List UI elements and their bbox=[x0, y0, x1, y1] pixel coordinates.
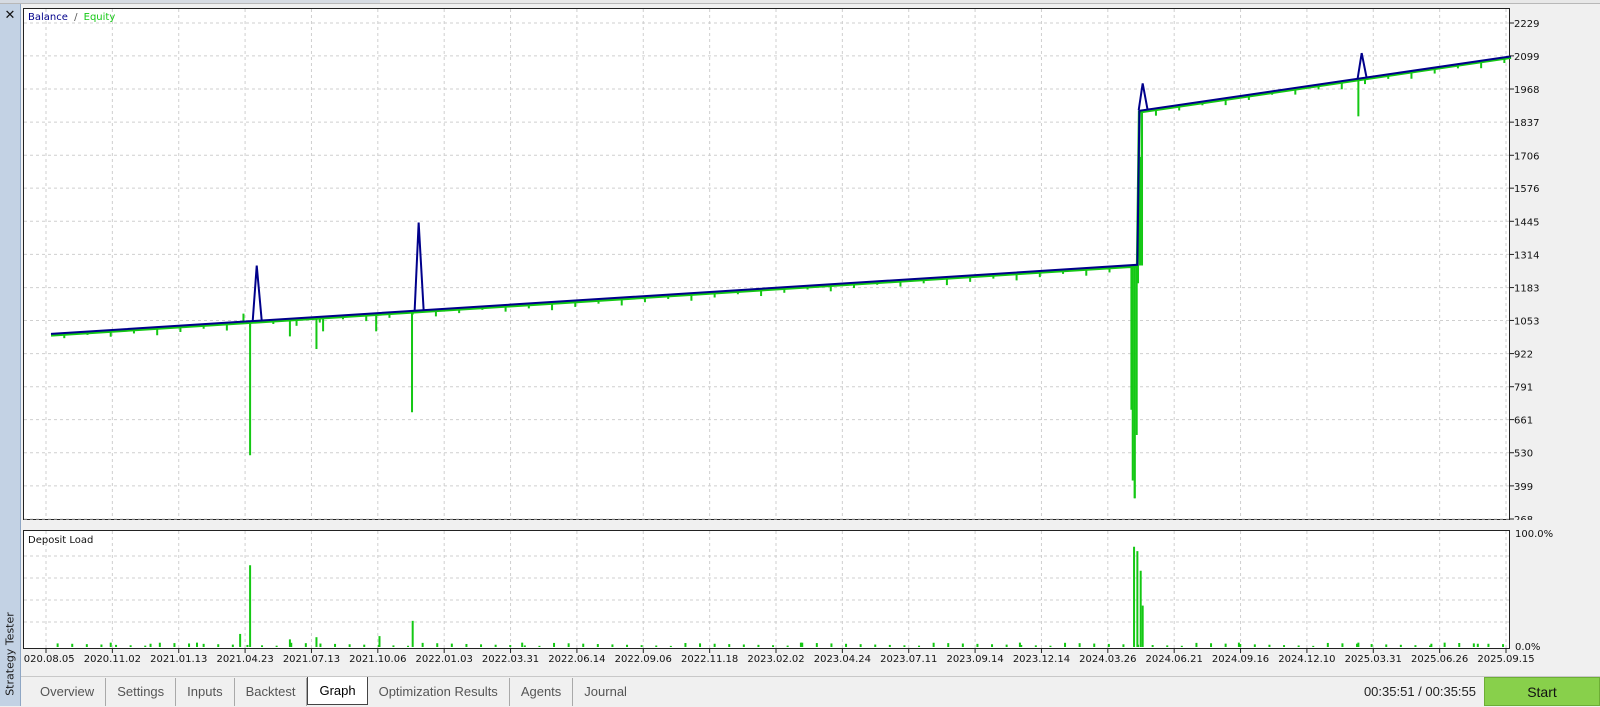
x-tick-label: 2025.03.31 bbox=[1345, 654, 1402, 665]
tester-tab-bar: Overview Settings Inputs Backtest Graph Optim… bbox=[21, 676, 1600, 707]
y-tick-label: 922 bbox=[1514, 350, 1533, 361]
y-tick-label: 1576 bbox=[1514, 184, 1539, 195]
y-tick-label: 1053 bbox=[1514, 316, 1539, 327]
x-tick-label: 2022.03.31 bbox=[482, 654, 539, 665]
tab-optimization-results[interactable]: Optimization Results bbox=[368, 678, 510, 706]
legend-balance: Balance bbox=[28, 12, 68, 23]
y-tick-label: 2099 bbox=[1514, 52, 1539, 63]
load-plot-area bbox=[23, 530, 1510, 649]
y-tick-label: 661 bbox=[1514, 416, 1533, 427]
x-tick-label: 2022.06.14 bbox=[548, 654, 605, 665]
x-tick-label: 2021.07.13 bbox=[283, 654, 340, 665]
balance-equity-chart: 2229 2099 1968 1837 1706 1576 1445 1314 1183 1053… bbox=[23, 8, 1539, 520]
x-tick-label: 2023.09.14 bbox=[946, 654, 1003, 665]
tab-agents[interactable]: Agents bbox=[510, 678, 574, 706]
y-tick-label: 1837 bbox=[1514, 118, 1539, 129]
y-tick-label: 399 bbox=[1514, 482, 1533, 493]
y-tick-label: 1314 bbox=[1514, 250, 1539, 261]
x-tick-label: 2023.07.11 bbox=[880, 654, 937, 665]
legend-separator: / bbox=[74, 12, 78, 23]
y-axis-ticks: 2229 2099 1968 1837 1706 1576 1445 1314 1183 1053… bbox=[1509, 19, 1539, 520]
x-tick-label: 2024.12.10 bbox=[1278, 654, 1335, 665]
x-tick-label: 2020.11.02 bbox=[84, 654, 141, 665]
tab-settings[interactable]: Settings bbox=[106, 678, 177, 706]
x-tick-label: 2023.02.02 bbox=[747, 654, 804, 665]
x-tick-label: 2021.10.06 bbox=[349, 654, 406, 665]
tab-journal[interactable]: Journal bbox=[573, 678, 638, 706]
load-bottom-tick: 0.0% bbox=[1515, 642, 1540, 653]
x-tick-label: 2020.08.05 bbox=[23, 654, 75, 665]
y-tick-label: 791 bbox=[1514, 383, 1533, 394]
x-tick-label: 2021.04.23 bbox=[216, 654, 273, 665]
y-tick-label: 530 bbox=[1514, 449, 1533, 460]
tab-backtest[interactable]: Backtest bbox=[235, 678, 308, 706]
deposit-load-chart: 2020.08.05 2020.11.02 2021.01.13 2021.04.23… bbox=[23, 530, 1553, 665]
load-top-tick: 100.0% bbox=[1515, 530, 1553, 540]
legend-equity: Equity bbox=[84, 12, 116, 23]
x-tick-label: 2024.06.21 bbox=[1146, 654, 1203, 665]
top-strip bbox=[0, 0, 1600, 4]
top-tab-edge bbox=[0, 0, 380, 3]
tab-inputs[interactable]: Inputs bbox=[176, 678, 235, 706]
strategy-tester-sidebar: ✕ Strategy Tester bbox=[0, 4, 21, 706]
x-tick-label: 2022.01.03 bbox=[416, 654, 473, 665]
tab-overview[interactable]: Overview bbox=[29, 678, 107, 706]
x-axis-ticks: 2020.08.05 2020.11.02 2021.01.13 2021.04.23… bbox=[23, 648, 1535, 665]
y-tick-label: 1968 bbox=[1514, 85, 1539, 96]
tabs-row: Overview Settings Inputs Backtest Graph Optim… bbox=[29, 677, 638, 707]
close-icon[interactable]: ✕ bbox=[3, 9, 17, 23]
x-tick-label: 2022.09.06 bbox=[615, 654, 672, 665]
sidebar-title: Strategy Tester bbox=[3, 612, 17, 696]
time-readout: 00:35:51 / 00:35:55 bbox=[1363, 684, 1476, 699]
x-tick-label: 2022.11.18 bbox=[681, 654, 738, 665]
x-tick-label: 2021.01.13 bbox=[150, 654, 207, 665]
main-plot-area bbox=[23, 8, 1510, 520]
y-tick-label: 1706 bbox=[1514, 151, 1539, 162]
x-tick-label: 2024.09.16 bbox=[1212, 654, 1269, 665]
deposit-load-label: Deposit Load bbox=[28, 535, 93, 546]
y-tick-label: 2229 bbox=[1514, 19, 1539, 30]
tab-graph[interactable]: Graph bbox=[307, 677, 368, 705]
start-button[interactable]: Start bbox=[1484, 677, 1600, 706]
y-tick-label: 1445 bbox=[1514, 217, 1539, 228]
x-tick-label: 2023.12.14 bbox=[1013, 654, 1070, 665]
y-tick-label: 268 bbox=[1514, 515, 1533, 520]
y-tick-label: 1183 bbox=[1514, 284, 1539, 295]
x-tick-label: 2023.04.24 bbox=[814, 654, 871, 665]
x-tick-label: 2025.09.15 bbox=[1477, 654, 1534, 665]
x-tick-label: 2025.06.26 bbox=[1411, 654, 1468, 665]
x-tick-label: 2024.03.26 bbox=[1079, 654, 1136, 665]
